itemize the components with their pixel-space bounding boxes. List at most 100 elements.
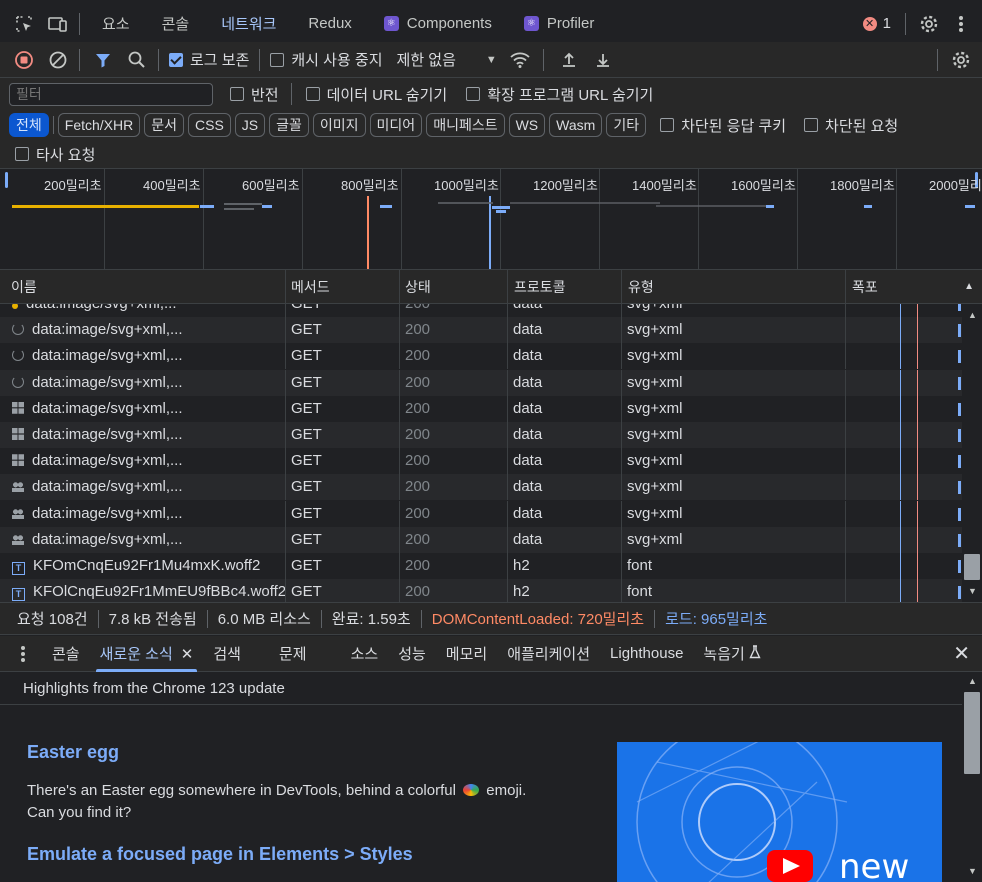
throttling-select[interactable]: 제한 없음 ▼	[397, 49, 497, 70]
request-name-cell[interactable]: data:image/svg+xml,...	[0, 317, 286, 344]
type-filter-media[interactable]: 미디어	[369, 113, 423, 137]
overview-left-handle[interactable]	[5, 172, 8, 188]
type-filter-manifest[interactable]: 매니페스트	[426, 113, 505, 137]
chrome-update-video-thumbnail[interactable]: new	[617, 742, 942, 882]
tab-redux[interactable]: Redux	[292, 0, 367, 48]
request-row[interactable]: data:image/svg+xml,... GET200datasvg+xml	[0, 395, 962, 422]
third-party-checkbox[interactable]: 타사 요청	[15, 144, 95, 165]
search-icon[interactable]	[124, 47, 150, 73]
drawer-tab-memory[interactable]: 메모리	[436, 636, 497, 672]
export-har-download-icon[interactable]	[590, 47, 616, 73]
column-type[interactable]: 유형	[622, 270, 846, 304]
column-status[interactable]: 상태	[400, 270, 508, 304]
type-filter-wasm[interactable]: Wasm	[549, 113, 603, 137]
drawer-tab-lighthouse[interactable]: Lighthouse	[600, 636, 693, 672]
close-drawer-icon[interactable]: ✕	[953, 641, 970, 666]
request-row[interactable]: T KFOlCnqEu92Fr1MmEU9fBBc4.woff2 GET 200 h2 f…	[0, 579, 962, 602]
scrollbar-thumb[interactable]	[964, 554, 980, 580]
settings-gear-icon[interactable]	[916, 11, 942, 37]
more-options-icon[interactable]	[948, 11, 974, 37]
checkbox[interactable]	[15, 147, 29, 161]
network-overview-timeline[interactable]: 200밀리초 400밀리초 600밀리초 800밀리초 1000밀리초 1200…	[0, 169, 982, 270]
hide-data-urls-checkbox[interactable]: 데이터 URL 숨기기	[305, 84, 447, 105]
drawer-tab-search[interactable]: 검색	[203, 636, 251, 672]
request-name-cell[interactable]: data:image/svg+xml,...	[0, 500, 286, 527]
request-row[interactable]: data:image/svg+xml,... GET200datasvg+xml	[0, 500, 962, 527]
checkbox[interactable]	[305, 87, 320, 101]
easter-egg-heading-link[interactable]: Easter egg	[27, 742, 119, 763]
filter-input[interactable]	[9, 82, 213, 106]
scroll-up-arrow[interactable]: ▲	[968, 310, 977, 320]
filter-icon[interactable]	[90, 47, 116, 73]
blocked-cookies-checkbox[interactable]: 차단된 응답 쿠키	[660, 115, 786, 136]
checkbox[interactable]	[660, 118, 675, 132]
drawer-tab-application[interactable]: 애플리케이션	[497, 636, 600, 672]
request-row[interactable]: data:image/svg+xml,... GET200datasvg+xml	[0, 448, 962, 475]
request-name-cell[interactable]: data:image/svg+xml,...	[0, 474, 286, 501]
column-name[interactable]: 이름	[0, 270, 286, 304]
close-tab-icon[interactable]: ✕	[181, 645, 194, 663]
request-name-cell[interactable]: data:image/svg+xml,...	[0, 343, 286, 370]
type-filter-img[interactable]: 이미지	[312, 113, 366, 137]
request-name-cell[interactable]: data:image/svg+xml,...	[0, 422, 286, 448]
error-counter[interactable]: ✕ 1	[862, 15, 891, 32]
type-filter-all[interactable]: 전체	[9, 113, 49, 137]
scroll-down-arrow[interactable]: ▼	[968, 866, 977, 876]
tab-elements[interactable]: 요소	[86, 0, 146, 48]
checkbox[interactable]	[466, 87, 481, 101]
drawer-tab-performance[interactable]: 성능	[388, 636, 436, 672]
type-filter-fetch-xhr[interactable]: Fetch/XHR	[57, 113, 141, 137]
tab-console[interactable]: 콘솔	[146, 0, 206, 48]
drawer-tab-recorder[interactable]: 녹음기	[693, 636, 770, 672]
request-row[interactable]: data:image/svg+xml,... GET200datasvg+xml	[0, 343, 962, 370]
column-method[interactable]: 메서드	[286, 270, 400, 304]
request-name-cell[interactable]: data:image/svg+xml,...	[0, 448, 286, 475]
request-table-scrollbar[interactable]: ▲ ▼	[962, 304, 982, 602]
drawer-scrollbar[interactable]: ▲ ▼	[962, 672, 982, 882]
checkbox-checked[interactable]	[169, 52, 183, 67]
type-filter-js[interactable]: JS	[234, 113, 266, 137]
device-toolbar-icon[interactable]	[45, 11, 71, 37]
request-row[interactable]: T KFOmCnqEu92Fr1Mu4mxK.woff2 GET 200 h2 font	[0, 553, 962, 579]
drawer-menu-icon[interactable]	[10, 641, 36, 667]
tab-components[interactable]: ⚛ Components	[368, 0, 508, 48]
request-row[interactable]: data:image/svg+xml,... GET200datasvg+xml	[0, 526, 962, 553]
column-protocol[interactable]: 프로토콜	[508, 270, 622, 304]
request-row[interactable]: data:image/svg+xml,... GET200datasvg+xml	[0, 304, 962, 317]
scrollbar-thumb[interactable]	[964, 692, 980, 774]
request-name-cell[interactable]: data:image/svg+xml,...	[0, 395, 286, 422]
scroll-up-arrow[interactable]: ▲	[968, 676, 977, 686]
emulate-focused-page-heading-link[interactable]: Emulate a focused page in Elements > Sty…	[27, 844, 413, 865]
request-name-cell[interactable]: data:image/svg+xml,...	[0, 369, 286, 396]
type-filter-ws[interactable]: WS	[508, 113, 546, 137]
request-row[interactable]: data:image/svg+xml,... GET200datasvg+xml	[0, 474, 962, 501]
request-row[interactable]: data:image/svg+xml,... GET200datasvg+xml	[0, 422, 962, 448]
drawer-tab-console[interactable]: 콘솔	[42, 636, 90, 672]
request-name-cell[interactable]: data:image/svg+xml,...	[0, 526, 286, 553]
network-conditions-wifi-icon[interactable]	[507, 47, 533, 73]
type-filter-other[interactable]: 기타	[606, 113, 647, 137]
type-filter-css[interactable]: CSS	[188, 113, 231, 137]
import-har-upload-icon[interactable]	[556, 47, 582, 73]
request-name-cell[interactable]: data:image/svg+xml,...	[0, 304, 286, 317]
scroll-down-arrow[interactable]: ▼	[968, 586, 977, 596]
request-row[interactable]: data:image/svg+xml,... GET200datasvg+xml	[0, 369, 962, 396]
stop-recording-icon[interactable]	[11, 47, 37, 73]
type-filter-font[interactable]: 글꼴	[269, 113, 309, 137]
checkbox[interactable]	[230, 87, 244, 101]
request-name-cell[interactable]: T KFOmCnqEu92Fr1Mu4mxK.woff2	[0, 553, 286, 579]
checkbox[interactable]	[804, 118, 819, 132]
hide-extension-urls-checkbox[interactable]: 확장 프로그램 URL 숨기기	[466, 84, 653, 105]
tab-network[interactable]: 네트워크	[205, 0, 292, 48]
inspect-element-icon[interactable]	[11, 11, 37, 37]
drawer-tab-issues[interactable]: 문제	[269, 636, 317, 672]
clear-icon[interactable]	[45, 47, 71, 73]
invert-checkbox[interactable]: 반전	[230, 84, 279, 105]
tab-profiler[interactable]: ⚛ Profiler	[508, 0, 611, 48]
drawer-tab-whats-new[interactable]: 새로운 소식 ✕	[90, 636, 204, 672]
request-row[interactable]: data:image/svg+xml,... GET200datasvg+xml	[0, 317, 962, 344]
drawer-tab-sources[interactable]: 소스	[341, 636, 389, 672]
disable-cache-checkbox[interactable]: 캐시 사용 중지	[270, 49, 383, 70]
column-waterfall[interactable]: 폭포 ▲	[846, 270, 982, 304]
checkbox[interactable]	[270, 52, 285, 67]
